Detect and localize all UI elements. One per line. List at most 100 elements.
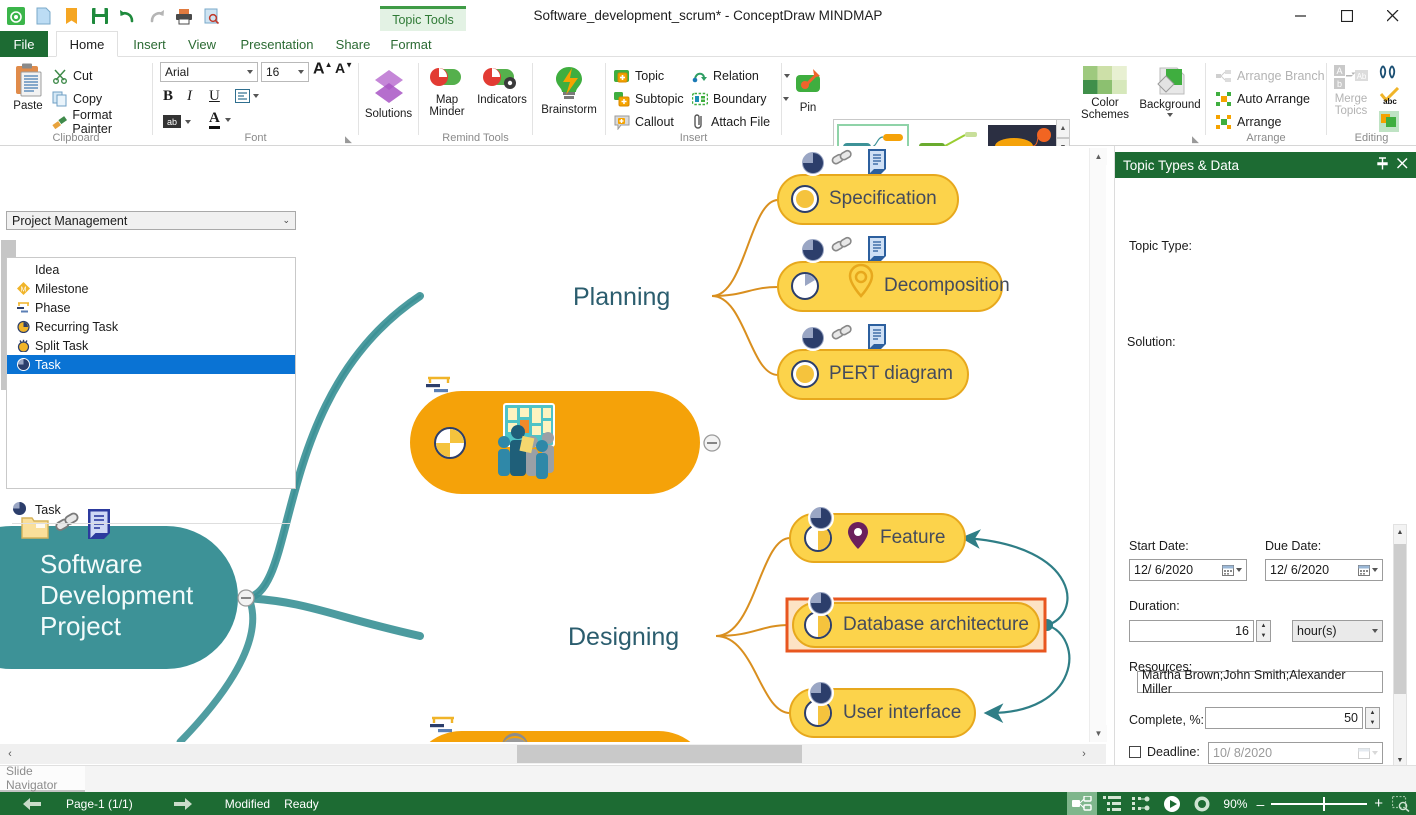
auto-arrange-button[interactable]: Auto Arrange — [1216, 88, 1310, 110]
canvas-horizontal-scroll-thumb[interactable] — [517, 745, 802, 763]
contextual-tab-topic-tools[interactable]: Topic Tools — [380, 6, 466, 31]
close-panel-icon[interactable] — [1397, 157, 1408, 173]
duration-stepper[interactable]: ▲ ▼ — [1256, 620, 1271, 642]
canvas-vertical-scrollbar[interactable]: ▲ ▼ — [1089, 148, 1106, 742]
insert-callout-button[interactable]: Callout — [614, 111, 674, 133]
panel-scroll-up-icon[interactable]: ▲ — [1394, 525, 1406, 539]
zoom-out-button[interactable]: – — [1256, 796, 1264, 812]
indicators-button[interactable]: Indicators — [473, 65, 531, 106]
subtopic-user-interface[interactable]: User interface — [843, 702, 961, 724]
open-folder-icon[interactable] — [60, 4, 84, 28]
solution-dropdown[interactable]: Project Management ⌄ — [6, 211, 296, 230]
subtopic-feature[interactable]: Feature — [880, 527, 945, 549]
root-node-label[interactable]: Software Development Project — [40, 549, 193, 642]
insert-topic-button[interactable]: Topic — [614, 65, 664, 87]
scroll-left-icon[interactable]: ‹ — [0, 744, 20, 764]
play-view-icon[interactable] — [1157, 792, 1187, 815]
deadline-checkbox[interactable] — [1129, 746, 1141, 758]
subtopic-pert-diagram[interactable]: PERT diagram — [829, 363, 953, 385]
background-button[interactable]: Background — [1136, 66, 1204, 117]
topic-type-item-recurring-task[interactable]: Recurring Task — [7, 317, 295, 336]
tab-view[interactable]: View — [181, 31, 223, 57]
duration-field[interactable]: 16 — [1129, 620, 1254, 642]
italic-button[interactable]: I — [187, 88, 192, 105]
color-schemes-button[interactable]: Color Schemes — [1074, 66, 1136, 121]
tab-format[interactable]: Format — [385, 31, 437, 57]
styles-dialog-launcher[interactable]: ◣ — [1192, 134, 1201, 143]
font-family-combo[interactable]: Arial — [160, 62, 258, 82]
tab-home[interactable]: Home — [56, 31, 118, 57]
zoom-slider-handle[interactable] — [1323, 797, 1325, 811]
redo-icon[interactable] — [144, 4, 168, 28]
replace-icon[interactable] — [1379, 111, 1399, 132]
pin-panel-icon[interactable] — [1377, 157, 1388, 173]
tab-insert[interactable]: Insert — [126, 31, 173, 57]
topic-type-item-phase[interactable]: Phase — [7, 298, 295, 317]
due-date-field[interactable]: 12/ 6/2020 — [1265, 559, 1383, 581]
topic-type-list[interactable]: Idea M Milestone Phase Recurring Task Sp… — [6, 257, 296, 489]
start-date-field[interactable]: 12/ 6/2020 — [1129, 559, 1247, 581]
tab-presentation[interactable]: Presentation — [231, 31, 323, 57]
topic-type-item-idea[interactable]: Idea — [7, 260, 295, 279]
minimize-button[interactable] — [1278, 0, 1324, 31]
brainstorm-view-icon[interactable] — [1187, 792, 1217, 815]
fit-to-window-icon[interactable] — [1392, 796, 1410, 812]
complete-field[interactable]: 50 — [1205, 707, 1363, 729]
font-color-button[interactable]: A — [209, 111, 231, 129]
insert-subtopic-button[interactable]: Subtopic — [614, 88, 684, 110]
zoom-in-button[interactable]: + — [1374, 795, 1383, 812]
tab-file[interactable]: File — [0, 31, 48, 57]
insert-boundary-button[interactable]: Boundary — [692, 88, 789, 110]
highlight-button[interactable]: ab — [163, 115, 191, 128]
subtopic-database-architecture[interactable]: Database architecture — [843, 614, 1029, 636]
save-icon[interactable] — [88, 4, 112, 28]
outline-view-icon[interactable] — [1097, 792, 1127, 815]
slide-navigator-tab[interactable]: Slide Navigator — [0, 766, 85, 792]
attach-file-button[interactable]: Attach File — [692, 111, 770, 133]
complete-stepper[interactable]: ▲ ▼ — [1365, 707, 1380, 729]
print-icon[interactable] — [172, 4, 196, 28]
deadline-checkbox-row[interactable]: Deadline: — [1129, 745, 1200, 759]
topic-type-item-split-task[interactable]: Split Task — [7, 336, 295, 355]
theme-scroll-up-icon[interactable]: ▲ — [1056, 119, 1070, 138]
mindmap-view-icon[interactable] — [1067, 792, 1097, 815]
subtopic-decomposition[interactable]: Decomposition — [884, 275, 1010, 297]
underline-button[interactable]: U — [209, 88, 220, 105]
arrange-button[interactable]: Arrange — [1216, 111, 1281, 133]
pin-button[interactable]: Pin — [786, 65, 830, 114]
stepper-up-icon[interactable]: ▲ — [1366, 708, 1379, 718]
scroll-right-icon[interactable]: › — [1074, 744, 1094, 764]
shrink-font-button[interactable]: A▼ — [335, 60, 353, 76]
solutions-button[interactable]: Solutions — [359, 67, 418, 120]
brainstorm-button[interactable]: Brainstorm — [533, 65, 605, 116]
insert-relation-button[interactable]: Relation — [692, 65, 790, 87]
spellcheck-icon[interactable]: abc — [1379, 87, 1401, 108]
deadline-field[interactable]: 10/ 8/2020 — [1208, 742, 1383, 764]
tab-share[interactable]: Share — [331, 31, 375, 57]
font-dialog-launcher[interactable]: ◣ — [345, 134, 354, 143]
app-logo-icon[interactable] — [4, 4, 28, 28]
branch-node-planning[interactable]: Planning — [573, 283, 670, 312]
font-size-combo[interactable]: 16 — [261, 62, 309, 82]
map-minder-button[interactable]: Map Minder — [421, 65, 473, 118]
align-button[interactable] — [235, 89, 259, 103]
topic-type-item-milestone[interactable]: M Milestone — [7, 279, 295, 298]
scroll-up-icon[interactable]: ▲ — [1090, 148, 1107, 165]
bold-button[interactable]: B — [163, 88, 173, 105]
branch-node-designing[interactable]: Designing — [568, 623, 679, 652]
subtopic-specification[interactable]: Specification — [829, 188, 937, 210]
scroll-down-icon[interactable]: ▼ — [1090, 725, 1107, 742]
undo-icon[interactable] — [116, 4, 140, 28]
stepper-down-icon[interactable]: ▼ — [1257, 631, 1270, 641]
prev-page-button[interactable] — [22, 797, 42, 811]
grow-font-button[interactable]: A▲ — [313, 60, 332, 78]
cut-button[interactable]: Cut — [52, 65, 92, 87]
duration-unit-dropdown[interactable]: hour(s) — [1292, 620, 1383, 642]
format-painter-button[interactable]: Format Painter — [52, 111, 152, 133]
resources-field[interactable]: Martha Brown;John Smith;Alexander Miller — [1137, 671, 1383, 693]
zoom-slider[interactable] — [1271, 797, 1367, 811]
find-icon[interactable] — [1379, 65, 1397, 84]
stepper-down-icon[interactable]: ▼ — [1366, 718, 1379, 728]
copy-button[interactable]: Copy — [52, 88, 102, 110]
new-document-icon[interactable] — [32, 4, 56, 28]
